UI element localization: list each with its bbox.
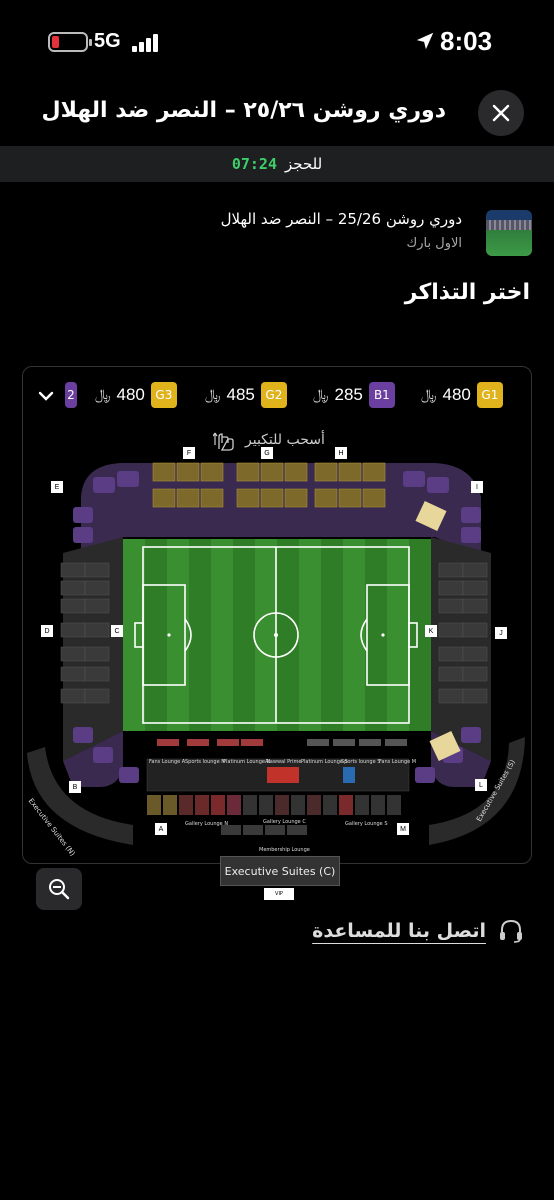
gate-label: H bbox=[335, 447, 347, 459]
lounge-label: Platinum Lounge N bbox=[223, 759, 271, 765]
event-venue: الاول بارك bbox=[406, 236, 462, 251]
timer-label: للحجز bbox=[284, 155, 323, 173]
gate-label: C bbox=[111, 625, 123, 637]
timer-value: 07:24 bbox=[231, 155, 277, 173]
booking-timer: 07:24 للحجز bbox=[0, 146, 554, 182]
gate-label: M bbox=[397, 823, 409, 835]
location-arrow-icon bbox=[416, 32, 434, 50]
lounge-label: Membership Lounge bbox=[259, 847, 310, 853]
stadium-map-panel[interactable]: ﷼ 480 G1 ﷼ 285 B1 ﷼ 485 G2 ﷼ 480 G3 2 أس… bbox=[22, 366, 532, 864]
gate-label: E bbox=[51, 481, 63, 493]
lounge-label: Fans Lounge A bbox=[149, 759, 186, 765]
lounge-label: Gallery Lounge C bbox=[263, 819, 306, 825]
gate-label: G bbox=[261, 447, 273, 459]
lounge-label: Gallery Lounge N bbox=[185, 821, 229, 827]
clock: 8:03 bbox=[440, 26, 493, 56]
help-link[interactable]: اتصل بنا للمساعدة bbox=[312, 918, 524, 944]
vip-label: VIP bbox=[264, 888, 294, 900]
battery-icon bbox=[48, 32, 92, 52]
network-label: 5G bbox=[94, 30, 121, 52]
stadium-seating-map[interactable] bbox=[23, 367, 532, 864]
lounge-label: Fans Lounge M bbox=[379, 759, 417, 765]
page-title: دوري روشن ٢٥/٢٦ – النصر ضد الهلال bbox=[41, 98, 446, 123]
status-bar: 5G 8:03 bbox=[0, 0, 554, 84]
headset-icon bbox=[500, 919, 522, 943]
close-icon bbox=[492, 104, 510, 122]
signal-icon bbox=[132, 30, 160, 52]
header: دوري روشن ٢٥/٢٦ – النصر ضد الهلال bbox=[0, 84, 554, 146]
help-label: اتصل بنا للمساعدة bbox=[312, 920, 486, 942]
lounge-label: Gallery Lounge S bbox=[345, 821, 388, 827]
close-button[interactable] bbox=[478, 90, 524, 136]
gate-label: I bbox=[471, 481, 483, 493]
lounge-label: Sports lounge N bbox=[185, 759, 225, 765]
lounge-label: Alawwal Prime bbox=[265, 759, 302, 765]
zoom-out-icon bbox=[49, 879, 70, 900]
gate-label: L bbox=[475, 779, 487, 791]
gate-label: A bbox=[155, 823, 167, 835]
gate-label: D bbox=[41, 625, 53, 637]
gate-label: B bbox=[69, 781, 81, 793]
event-title: دوري روشن 25/26 – النصر ضد الهلال bbox=[220, 210, 462, 228]
executive-suites-c[interactable]: Executive Suites (C) bbox=[220, 856, 340, 886]
event-thumbnail bbox=[486, 210, 532, 256]
gate-label: K bbox=[425, 625, 437, 637]
gate-label: J bbox=[495, 627, 507, 639]
zoom-out-button[interactable] bbox=[36, 868, 82, 910]
lounge-label: Sports lounge S bbox=[341, 759, 381, 765]
section-title: اختر التذاكر bbox=[404, 280, 530, 305]
gate-label: F bbox=[183, 447, 195, 459]
